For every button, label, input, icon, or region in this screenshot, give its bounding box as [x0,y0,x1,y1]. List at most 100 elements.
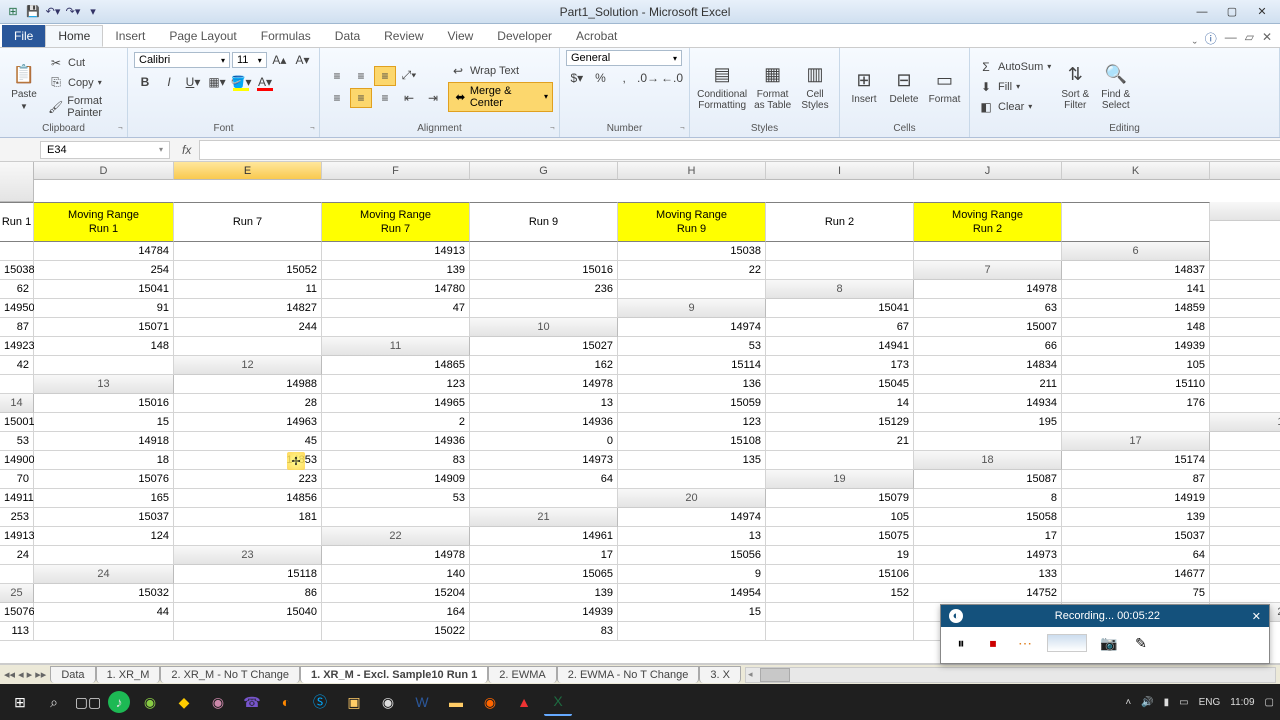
cell[interactable]: 15204 [322,584,470,603]
fill-color-button[interactable]: 🪣▾ [230,72,252,92]
cell[interactable]: 15061 [1210,280,1280,299]
cell[interactable]: 87 [0,318,34,337]
cell[interactable]: 181 [174,508,322,527]
cell[interactable]: 202 [1210,299,1280,318]
excel-taskbar-icon[interactable]: X [544,688,572,716]
formula-input[interactable] [199,140,1280,160]
cell[interactable]: 15037 [34,508,174,527]
row-header-11[interactable]: 11 [322,337,470,356]
cell[interactable] [0,242,34,261]
rec-more-icon[interactable]: ⋯ [1015,633,1035,653]
app-icon-2[interactable]: ◆ [170,688,198,716]
cell[interactable]: 18 [34,451,174,470]
stop-button[interactable]: ⏹ [983,633,1003,653]
cell[interactable]: 141 [1062,280,1210,299]
header-cell[interactable]: Moving Range Run 7 [322,202,470,242]
worksheet-grid[interactable]: DEFGHIJK4Run 1Moving Range Run 1Run 7Mov… [0,162,1280,664]
cell[interactable]: 14900 [0,451,34,470]
cell[interactable]: 14963 [174,413,322,432]
cell[interactable]: 236 [470,280,618,299]
font-color-button[interactable]: A▾ [254,72,276,92]
cell[interactable]: 64 [470,470,618,489]
cell[interactable]: 15 [618,603,766,622]
start-button[interactable]: ⊞ [6,688,34,716]
copy-button[interactable]: ⎘Copy ▾ [46,74,121,92]
cell[interactable]: 15129 [766,413,914,432]
explorer-icon[interactable]: ▣ [340,688,368,716]
header-cell[interactable]: Run 9 [470,202,618,242]
sheet-tab[interactable]: 2. EWMA [488,666,556,683]
underline-button[interactable]: U▾ [182,72,204,92]
row-header-7[interactable]: 7 [914,261,1062,280]
cut-button[interactable]: ✂Cut [46,54,121,72]
format-as-table-button[interactable]: ▦Format as Table [752,61,793,113]
cell[interactable]: 17 [914,527,1062,546]
skype-icon[interactable]: Ⓢ [306,688,334,716]
cell[interactable]: 14919 [1062,489,1210,508]
merge-center-button[interactable]: ⬌Merge & Center▾ [448,82,553,112]
cell[interactable]: 139 [1062,508,1210,527]
cell[interactable]: 15 [34,413,174,432]
cell[interactable]: 15106 [766,565,914,584]
cell[interactable]: 15087 [914,470,1062,489]
app-icon-4[interactable]: ◐ [272,688,300,716]
cell[interactable]: 8 [914,489,1062,508]
tray-volume-icon[interactable]: 🔊 [1141,697,1153,708]
tray-battery-icon[interactable]: ▭ [1179,697,1188,708]
cell[interactable]: 14990 [1210,508,1280,527]
row-header-14[interactable]: 14 [0,394,34,413]
cell[interactable]: 14918 [34,432,174,451]
cell[interactable]: 15076 [0,603,34,622]
rec-webcam-icon[interactable]: 📷 [1099,633,1119,653]
grow-font-icon[interactable]: A▴ [269,50,290,70]
cell[interactable]: 15058 [914,508,1062,527]
cell[interactable]: 22 [618,261,766,280]
sheet-tab[interactable]: 2. EWMA - No T Change [557,666,700,683]
cell[interactable]: 15040 [174,603,322,622]
cell[interactable]: 13 [618,527,766,546]
tray-network-icon[interactable]: ▮ [1164,697,1170,708]
help-icon[interactable]: ⓘ [1205,30,1217,47]
sheet-tab[interactable]: 1. XR_M [96,666,161,683]
cell[interactable]: 14978 [470,375,618,394]
cell[interactable]: 63 [914,299,1062,318]
select-all-corner[interactable] [0,162,34,202]
cell[interactable]: 15038 [618,242,766,261]
fill-button[interactable]: ⬇Fill ▾ [976,78,1053,96]
cell[interactable]: 148 [34,337,174,356]
recording-close-icon[interactable]: ✕ [1252,610,1261,623]
cell[interactable]: 136 [618,375,766,394]
cell[interactable]: 14 [766,394,914,413]
cell[interactable]: 14780 [322,280,470,299]
cell[interactable]: 21 [766,432,914,451]
paste-button[interactable]: 📋 Paste ▼ [6,61,42,113]
cell[interactable] [34,622,174,641]
fx-icon[interactable]: fx [174,143,199,157]
cell[interactable]: 15001 [0,413,34,432]
cell[interactable]: 123 [322,375,470,394]
tray-time[interactable]: 11:09 [1230,697,1254,708]
qat-customize-icon[interactable]: ▾ [84,3,102,21]
cell[interactable]: 47 [1210,527,1280,546]
cell[interactable]: 14934 [914,394,1062,413]
cell[interactable]: 19 [766,546,914,565]
cell[interactable]: 24 [0,546,34,565]
cell[interactable]: 70 [0,470,34,489]
header-cell[interactable]: Run 2 [766,202,914,242]
align-bottom-icon[interactable]: ≡ [374,66,396,86]
cell[interactable]: 195 [914,413,1062,432]
cell[interactable]: 15052 [174,261,322,280]
cell[interactable]: 14752 [914,584,1062,603]
cell[interactable]: 42 [0,356,34,375]
sheet-tab[interactable]: Data [50,666,95,683]
cell[interactable]: 15114 [618,356,766,375]
cell[interactable] [174,242,322,261]
cell[interactable]: 28 [174,394,322,413]
cell[interactable]: 128 [1210,489,1280,508]
cell[interactable]: 67 [766,318,914,337]
cell[interactable]: 15045 [766,375,914,394]
cell[interactable]: 44 [34,603,174,622]
cell[interactable]: 140 [322,565,470,584]
col-header-K[interactable]: K [1062,162,1210,180]
save-icon[interactable]: 💾 [24,3,42,21]
